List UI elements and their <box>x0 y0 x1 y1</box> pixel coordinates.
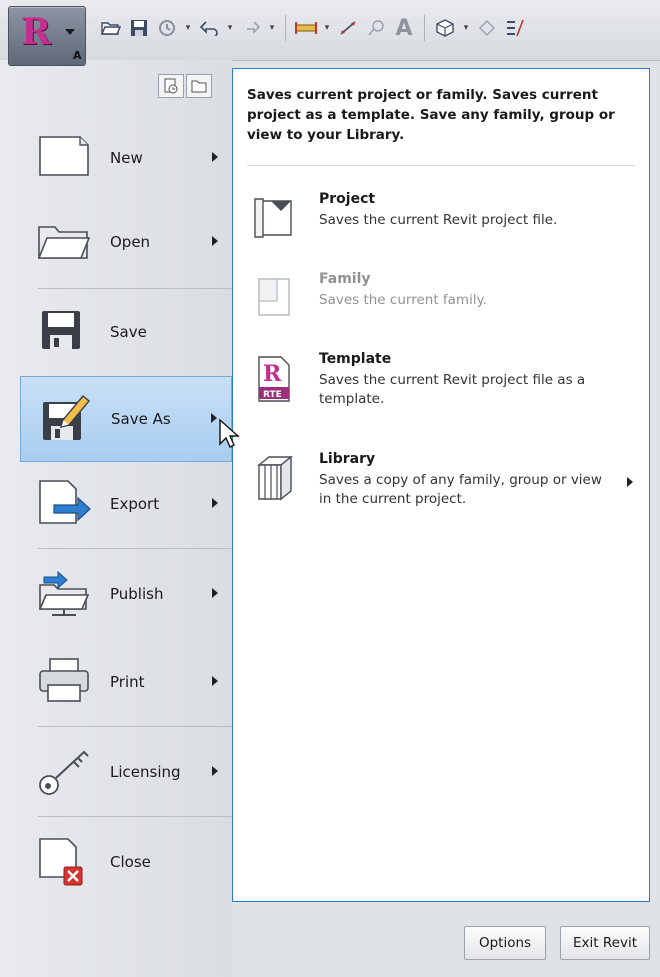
menu-item-save-as[interactable]: Save As <box>20 376 232 462</box>
menu-separator <box>38 816 232 817</box>
menu-item-label: Save As <box>111 410 171 428</box>
recent-documents-icon[interactable] <box>158 74 184 98</box>
chevron-right-icon <box>212 588 218 598</box>
text-icon[interactable]: A <box>391 14 417 42</box>
undo-icon[interactable] <box>196 14 222 42</box>
menu-item-new[interactable]: New <box>20 116 232 200</box>
menu-item-close[interactable]: Close <box>20 820 232 904</box>
thin-lines-icon[interactable] <box>502 14 528 42</box>
exit-revit-button[interactable]: Exit Revit <box>560 926 650 960</box>
submenu-item-template[interactable]: R RTE Template Saves the current Revit pr… <box>253 351 643 431</box>
chevron-right-icon <box>212 676 218 686</box>
submenu-description: Saves current project or family. Saves c… <box>247 87 615 143</box>
open-documents-icon[interactable] <box>186 74 212 98</box>
menu-item-label: Print <box>110 673 145 691</box>
chevron-right-icon <box>212 766 218 776</box>
save-as-icon <box>37 394 95 444</box>
measure-icon[interactable] <box>293 14 319 42</box>
save-as-submenu: Saves current project or family. Saves c… <box>232 68 650 902</box>
submenu-divider <box>247 165 635 166</box>
toolbar-separator <box>424 15 425 41</box>
chevron-right-icon <box>212 236 218 246</box>
menu-item-label: Export <box>110 495 160 513</box>
submenu-item-title: Template <box>319 351 392 367</box>
menu-item-publish[interactable]: Publish <box>20 552 232 636</box>
chevron-down-icon[interactable]: ▾ <box>321 23 333 33</box>
submenu-item-desc: Saves the current Revit project file as … <box>319 372 586 407</box>
chevron-down-icon[interactable]: ▾ <box>266 23 278 33</box>
chevron-down-icon[interactable]: ▾ <box>460 23 472 33</box>
submenu-item-desc: Saves a copy of any family, group or vie… <box>319 472 602 507</box>
menu-separator <box>38 548 232 549</box>
open-icon[interactable] <box>98 14 124 42</box>
chevron-down-icon[interactable]: ▾ <box>182 23 194 33</box>
chevron-right-icon <box>627 477 633 487</box>
recent-documents-toolbar <box>158 74 212 98</box>
chevron-right-icon <box>212 152 218 162</box>
submenu-item-project[interactable]: Project Saves the current Revit project … <box>253 191 643 271</box>
chevron-right-icon <box>212 498 218 508</box>
menu-item-label: Save <box>110 323 147 341</box>
chevron-down-icon[interactable]: ▾ <box>224 23 236 33</box>
menu-separator <box>38 288 232 289</box>
quick-access-toolbar: R A ▾ ▾ ▾ ▾ A ▾ <box>0 0 660 66</box>
menu-item-label: Close <box>110 853 151 871</box>
submenu-item-library[interactable]: Library Saves a copy of any family, grou… <box>253 451 643 531</box>
rte-label: RTE <box>263 390 282 400</box>
publish-icon <box>36 569 94 619</box>
submenu-item-title: Family <box>319 271 371 287</box>
menu-separator <box>38 726 232 727</box>
svg-text:R: R <box>263 361 282 387</box>
section-icon[interactable] <box>474 14 500 42</box>
dimension-icon[interactable] <box>335 14 361 42</box>
menu-item-label: Licensing <box>110 763 181 781</box>
printer-icon <box>36 657 94 707</box>
menu-item-open[interactable]: Open <box>20 200 232 284</box>
menu-item-export[interactable]: Export <box>20 462 232 546</box>
close-document-icon <box>36 837 94 887</box>
chevron-down-icon <box>65 29 75 35</box>
submenu-item-title: Library <box>319 451 376 467</box>
submenu-item-desc: Saves the current Revit project file. <box>319 212 558 228</box>
tag-icon[interactable] <box>363 14 389 42</box>
chevron-right-icon <box>211 413 217 423</box>
menu-item-label: Open <box>110 233 151 251</box>
application-menu-button[interactable]: R A <box>8 6 86 66</box>
floppy-disk-icon <box>36 307 94 357</box>
template-rte-icon: R RTE <box>253 355 297 403</box>
quick-access-icons: ▾ ▾ ▾ ▾ A ▾ <box>98 14 528 42</box>
menu-item-licensing[interactable]: Licensing <box>20 730 232 814</box>
submenu-item-desc: Saves the current family. <box>319 292 487 308</box>
options-button[interactable]: Options <box>464 926 546 960</box>
keytip-label: A <box>73 49 82 62</box>
new-document-icon <box>36 133 94 183</box>
redo-icon[interactable] <box>238 14 264 42</box>
key-icon <box>36 747 94 797</box>
library-icon <box>253 455 297 503</box>
export-icon <box>36 479 94 529</box>
menu-item-print[interactable]: Print <box>20 640 232 724</box>
family-icon <box>253 275 297 323</box>
toolbar-separator <box>285 15 286 41</box>
revit-logo-icon: R <box>21 11 51 53</box>
project-icon <box>253 195 297 243</box>
mouse-cursor-icon <box>218 418 240 450</box>
sync-icon[interactable] <box>154 14 180 42</box>
submenu-item-family: Family Saves the current family. <box>253 271 643 351</box>
menu-item-label: Publish <box>110 585 164 603</box>
open-folder-icon <box>36 217 94 267</box>
menu-item-label: New <box>110 149 143 167</box>
menu-item-save[interactable]: Save <box>20 290 232 374</box>
save-icon[interactable] <box>126 14 152 42</box>
3d-view-icon[interactable] <box>432 14 458 42</box>
submenu-item-title: Project <box>319 191 376 207</box>
